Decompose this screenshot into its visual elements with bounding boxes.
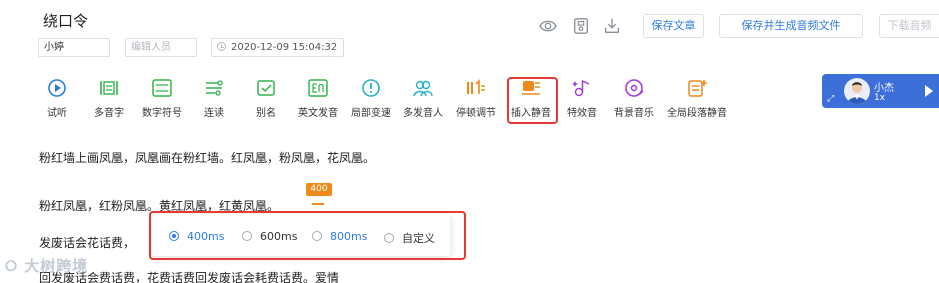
speaker-field[interactable]: 小婷: [38, 38, 110, 57]
popup-highlight: [149, 211, 466, 260]
speed-icon: [362, 79, 380, 97]
save-disk-icon[interactable]: [572, 17, 590, 35]
watermark: ⭘ 大树跨境: [5, 257, 89, 275]
number-icon: [152, 79, 172, 97]
voice-speed: 1x: [874, 93, 886, 103]
global-silence-icon: [688, 80, 707, 97]
preview-eye-icon[interactable]: [539, 17, 557, 35]
download-audio-button[interactable]: 下载音频: [879, 14, 939, 38]
play-icon[interactable]: [925, 85, 933, 97]
save-generate-button[interactable]: 保存并生成音频文件: [719, 14, 863, 38]
effects-icon: [572, 79, 590, 97]
polyphone-icon: [100, 81, 118, 95]
clock-icon: [217, 42, 226, 51]
tool-global-silence[interactable]: 全局段落静音: [662, 74, 732, 120]
voice-selector[interactable]: ⤢ 小杰 1x: [822, 74, 939, 108]
tool-label: 全局段落静音: [667, 108, 727, 119]
silence-marker: [312, 203, 324, 205]
editor-field[interactable]: 编辑人员: [125, 38, 197, 57]
datetime-value: 2020-12-09 15:04:32: [231, 42, 338, 53]
pause-adjust-icon: [467, 79, 485, 94]
voice-name: 小杰: [874, 83, 894, 94]
expand-icon[interactable]: ⤢: [827, 94, 834, 104]
alias-icon: [257, 80, 275, 96]
datetime-field[interactable]: 2020-12-09 15:04:32: [211, 38, 344, 57]
document-title[interactable]: 绕口令: [43, 10, 88, 31]
bgm-icon: [625, 79, 644, 97]
download-icon[interactable]: [603, 17, 621, 35]
play-circle-icon: [48, 79, 66, 97]
tool-label: 背景音乐: [614, 108, 654, 119]
tool-bgm[interactable]: 背景音乐: [599, 74, 669, 120]
watermark-logo-icon: ⭘: [5, 257, 19, 275]
silence-tag[interactable]: 400: [306, 183, 332, 196]
save-article-button[interactable]: 保存文章: [643, 14, 704, 38]
english-icon: [308, 79, 328, 97]
avatar: [844, 78, 870, 104]
multi-speaker-icon: [413, 80, 433, 97]
linking-icon: [206, 80, 223, 96]
text-line[interactable]: 发废话会花话费，: [39, 234, 135, 251]
insert-silence-highlight: [507, 77, 558, 124]
text-line[interactable]: 粉红墙上画凤凰，凤凰画在粉红墙。红凤凰，粉凤凰，花凤凰。: [39, 149, 375, 166]
